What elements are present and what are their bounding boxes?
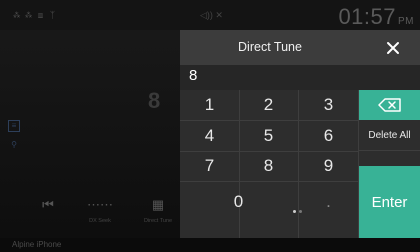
dx-seek-button[interactable]: ⋯⋯ DX Seek [80,196,120,224]
key-4[interactable]: 4 [181,121,238,151]
key-0[interactable]: 0 [210,182,267,222]
close-icon [386,41,399,54]
dialog-title: Direct Tune [238,40,302,54]
key-8[interactable]: 8 [240,151,297,181]
direct-tune-button[interactable]: ▦ Direct Tune [138,196,178,224]
keypad: 1 2 3 4 5 6 7 8 9 0 . Delete All Enter [180,90,420,238]
key-3[interactable]: 3 [300,90,357,120]
skip-back-icon: ⏮ [42,197,54,212]
clock-time: 01:57 [338,4,396,29]
background-controls: ⏮ ⋯⋯ DX Seek ▦ Direct Tune [0,196,180,238]
dialog-header: Direct Tune [180,30,420,65]
clock: 01:57 PM [338,4,414,30]
page-indicator [293,210,302,213]
status-bar: ⁂ ⁂ ▥ ᛉ ◁)) ✕ 01:57 PM [0,0,420,30]
volume-indicator-icon: ◁)) ✕ [200,10,223,20]
clock-ampm: PM [398,16,414,27]
backspace-icon [377,98,401,112]
side-search-icon[interactable]: ⚲ [8,140,20,152]
direct-tune-label: Direct Tune [143,218,173,224]
keypad-divider [359,150,420,151]
side-menu-icon[interactable]: ≡ [8,120,20,132]
page-dot [299,210,302,213]
delete-all-button[interactable]: Delete All [359,120,420,150]
page-dot [293,210,296,213]
entered-value: 8 [189,67,198,84]
key-2[interactable]: 2 [240,90,297,120]
key-9[interactable]: 9 [300,151,357,181]
enter-button[interactable]: Enter [359,166,420,238]
background-frequency: 8 [148,88,161,113]
source-name: Alpine iPhone [12,240,62,249]
entry-display: 8 [180,65,420,90]
seek-icon: ⋯⋯ [87,197,113,212]
skip-back-button[interactable]: ⏮ [36,196,60,214]
backspace-button[interactable] [359,90,420,120]
key-5[interactable]: 5 [240,121,297,151]
keypad-icon: ▦ [151,197,165,212]
key-decimal[interactable]: . [300,182,357,222]
close-button[interactable] [365,30,420,65]
keypad-divider [298,90,299,238]
source-footer: Alpine iPhone [0,238,420,252]
key-1[interactable]: 1 [181,90,238,120]
dx-seek-label: DX Seek [89,218,111,224]
status-icons: ⁂ ⁂ ▥ ᛉ [14,10,58,20]
key-6[interactable]: 6 [300,121,357,151]
direct-tune-dialog: Direct Tune 8 1 2 3 4 5 6 7 8 9 0 . Dele… [180,30,420,238]
key-7[interactable]: 7 [181,151,238,181]
